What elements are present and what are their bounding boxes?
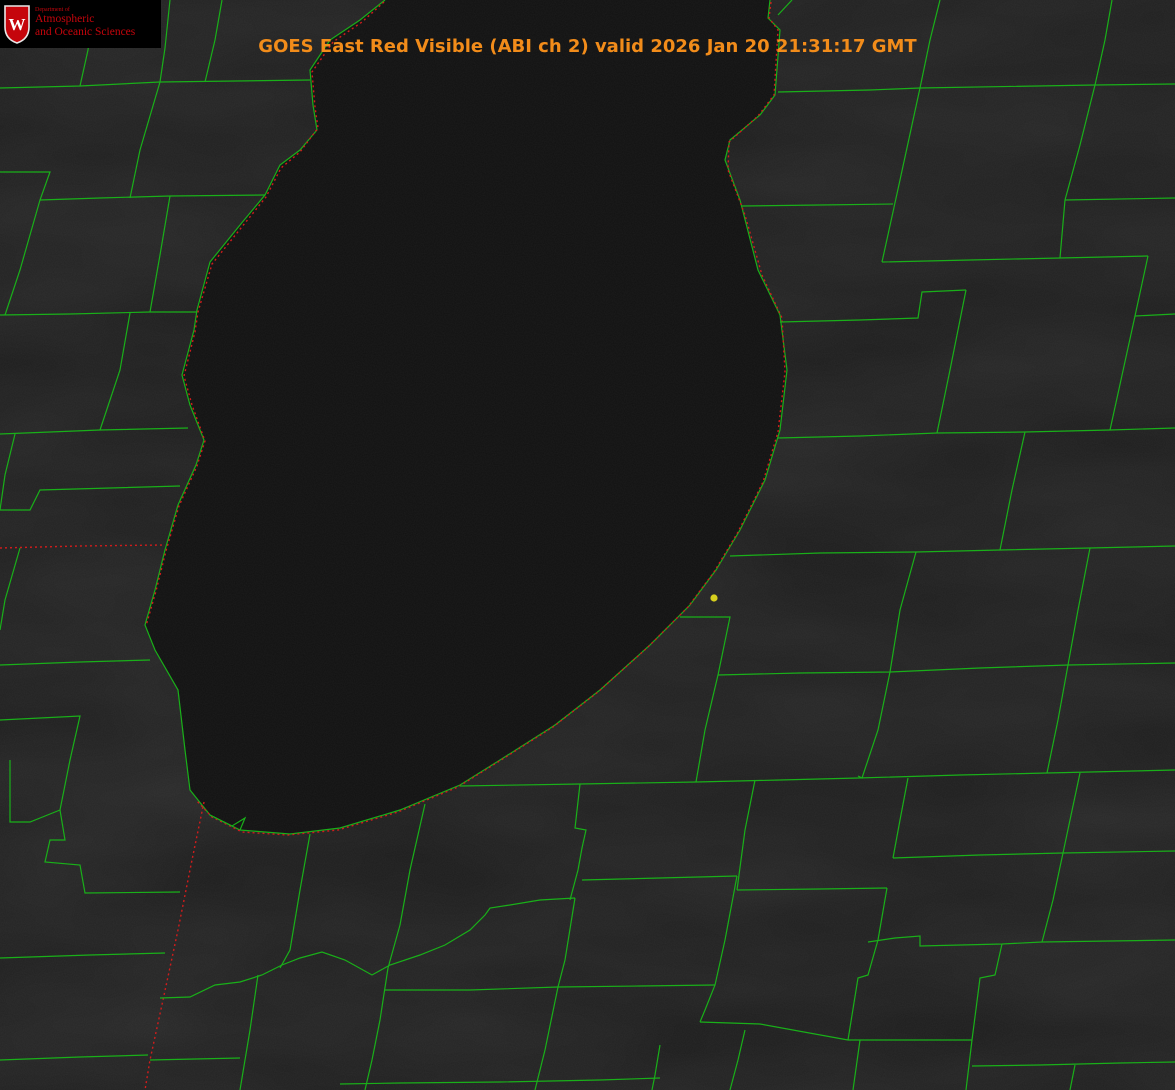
image-grain — [0, 0, 1175, 1090]
logo-line-1: Atmospheric — [35, 13, 95, 25]
satellite-image-viewer: W Department of Atmospheric and Oceanic … — [0, 0, 1175, 1090]
image-title: GOES East Red Visible (ABI ch 2) valid 2… — [258, 36, 917, 57]
location-marker — [710, 594, 718, 602]
satellite-map — [0, 0, 1175, 1090]
svg-text:W: W — [9, 15, 26, 34]
